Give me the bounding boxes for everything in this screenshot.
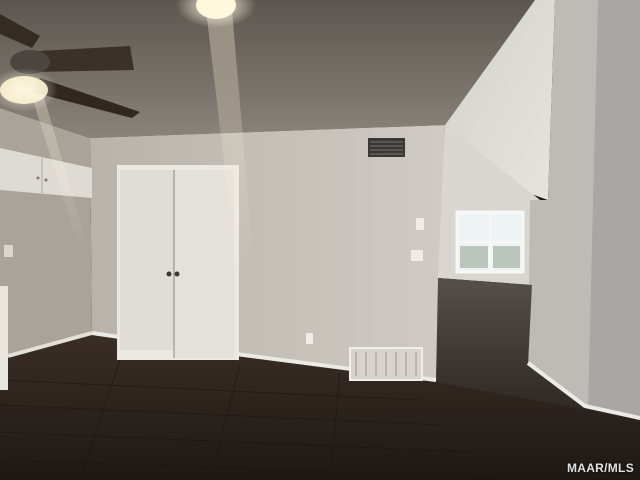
- left-wall-outlet: [4, 245, 13, 257]
- wall-vent: [368, 138, 405, 157]
- room-illustration: [0, 0, 640, 480]
- floor-vent: [349, 347, 423, 381]
- wall-outlet: [306, 333, 313, 344]
- window: [455, 210, 525, 274]
- counter-edge: [0, 286, 8, 390]
- mls-watermark: MAAR/MLS: [566, 461, 634, 475]
- light-switch-lower: [411, 250, 423, 261]
- closet-doors: [117, 165, 239, 360]
- room-photo: MAAR/MLS: [0, 0, 640, 480]
- light-switch: [416, 218, 424, 230]
